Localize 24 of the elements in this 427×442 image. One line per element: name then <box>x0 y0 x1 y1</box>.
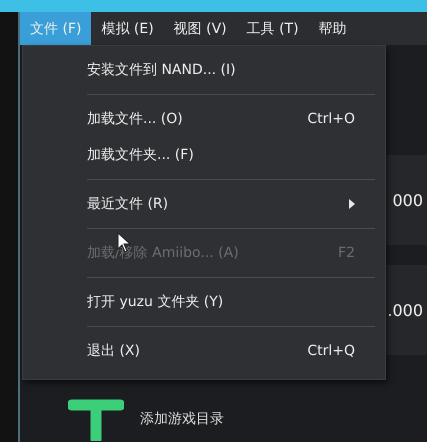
plus-icon[interactable] <box>68 397 124 441</box>
menu-bar-item[interactable]: 视图 (V) <box>164 12 237 45</box>
shortcut-label: Ctrl+O <box>307 111 355 127</box>
menu-item-label: 安装文件到 NAND... (I) <box>87 61 236 79</box>
menu-item[interactable]: 加载文件... (O) Ctrl+O <box>23 101 385 137</box>
menu-item-label: 加载文件夹... (F) <box>87 146 194 164</box>
menu-bar-item[interactable]: 工具 (T) <box>236 12 309 45</box>
menu-item[interactable]: 退出 (X) Ctrl+Q <box>23 333 385 369</box>
add-directory-label[interactable]: 添加游戏目录 <box>140 410 224 428</box>
menu-bar-item[interactable]: 模拟 (E) <box>91 12 164 45</box>
card-value: 000 <box>392 190 423 210</box>
shortcut-label: Ctrl+Q <box>307 343 355 359</box>
menu-bar-item[interactable]: 帮助 <box>308 12 357 45</box>
card-value: .000 <box>387 300 423 320</box>
menu-item[interactable]: 最近文件 (R) <box>23 186 385 222</box>
menu-item-label: 加载文件... (O) <box>87 110 183 128</box>
submenu-arrow-icon <box>349 199 355 209</box>
menu-item-label: 退出 (X) <box>87 342 140 360</box>
menu-item[interactable]: 加载文件夹... (F) <box>23 137 385 173</box>
menu-item-label: 打开 yuzu 文件夹 (Y) <box>87 293 224 311</box>
menu-item-label: 最近文件 (R) <box>87 195 168 213</box>
menu-item[interactable]: 安装文件到 NAND... (I) <box>23 52 385 88</box>
shortcut-label: F2 <box>338 245 355 261</box>
menu-item[interactable]: 打开 yuzu 文件夹 (Y) <box>23 284 385 320</box>
